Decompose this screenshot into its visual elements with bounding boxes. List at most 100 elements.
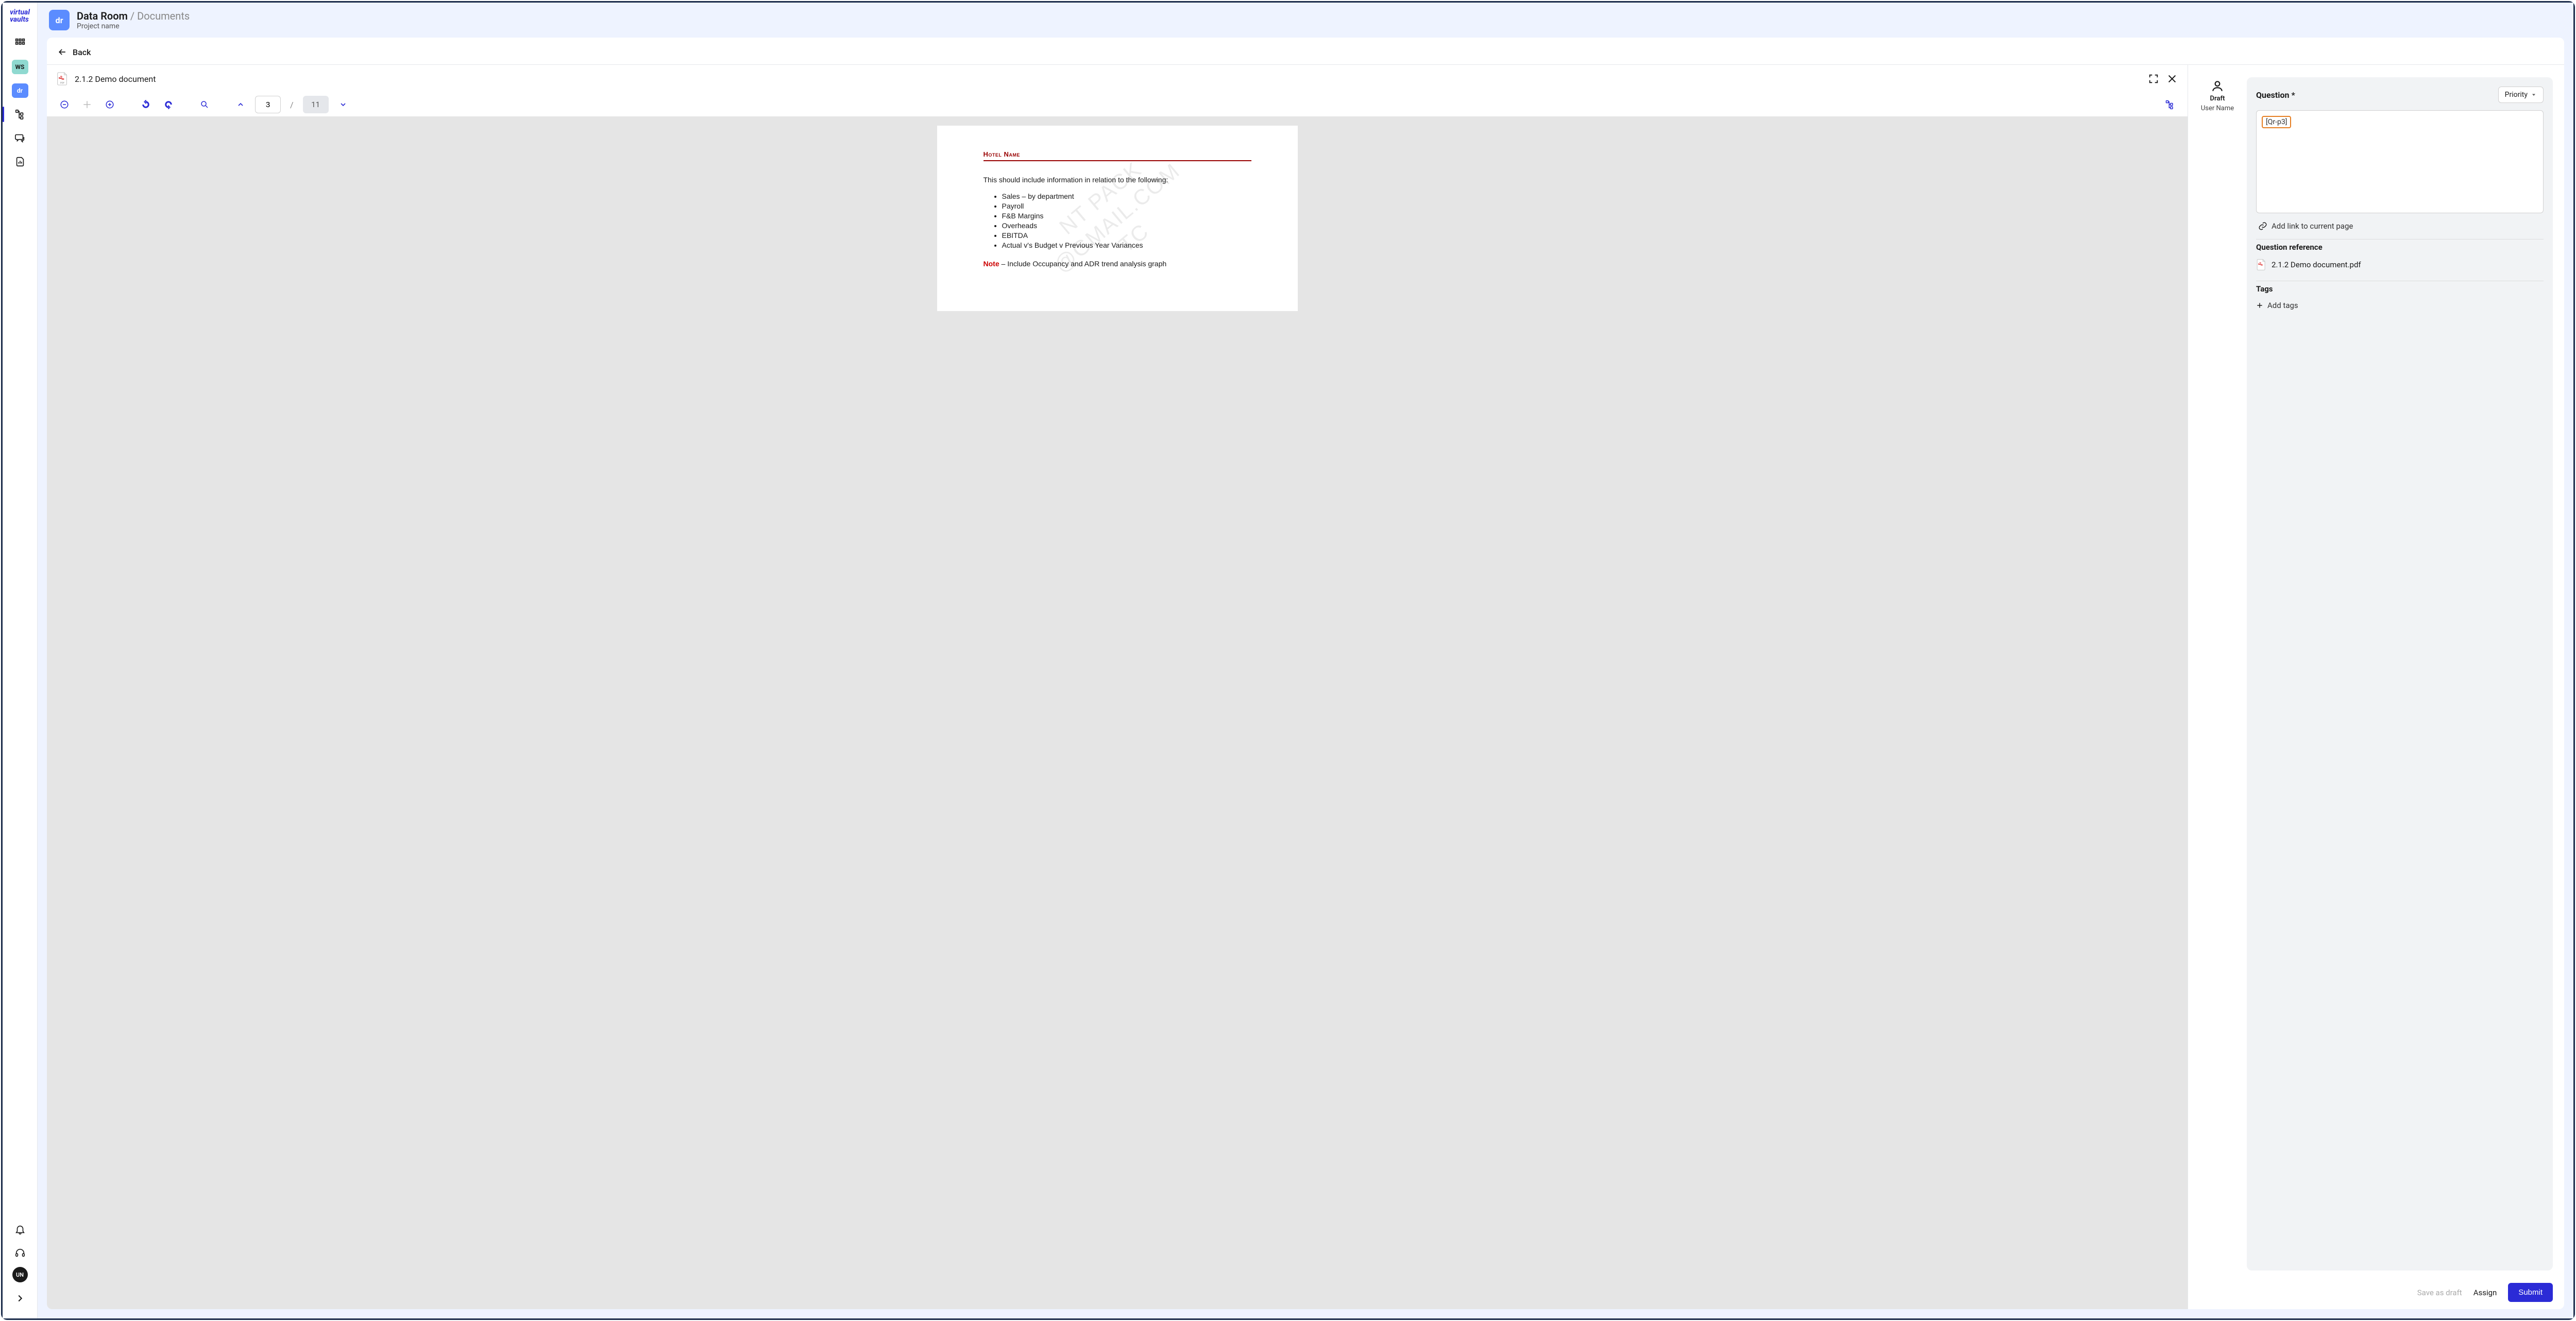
page-header: dr Data Room / Documents Project name (38, 3, 2573, 38)
document-title: 2.1.2 Demo document (75, 74, 2141, 84)
header-badge: dr (49, 10, 70, 30)
close-icon (2166, 73, 2178, 84)
plus-icon (2256, 302, 2263, 309)
link-icon (2258, 221, 2267, 231)
reference-section-label: Question reference (2256, 239, 2544, 252)
page-total: 11 (303, 96, 329, 113)
viewer-toolbar: / 11 (47, 93, 2188, 116)
tree-icon (2165, 99, 2175, 110)
priority-dropdown[interactable]: Priority (2498, 87, 2544, 103)
add-link-label: Add link to current page (2272, 221, 2353, 231)
chevron-up-icon (236, 100, 245, 109)
bullet-item: Payroll (1002, 202, 1251, 210)
sidebar-item-workspace[interactable]: WS (9, 57, 31, 77)
chat-icon (14, 132, 26, 144)
pdf-icon (2256, 259, 2266, 270)
rotate-left-icon (141, 100, 150, 109)
rotate-right-button[interactable] (160, 96, 177, 113)
breadcrumb-root: Data Room (77, 10, 128, 22)
question-editor[interactable]: [Qr-p3] (2256, 110, 2544, 213)
author-block: Draft User Name (2199, 77, 2235, 1271)
page-rule (984, 160, 1251, 161)
question-pane: Draft User Name Question * Priority (2188, 65, 2564, 1309)
search-icon (200, 100, 209, 109)
add-tags-button[interactable]: Add tags (2256, 301, 2544, 310)
add-tags-label: Add tags (2267, 301, 2298, 310)
save-draft-button[interactable]: Save as draft (2417, 1288, 2462, 1297)
breadcrumb-sep: / (128, 10, 137, 22)
fullscreen-button[interactable] (2147, 73, 2160, 85)
chevron-down-icon (339, 100, 347, 109)
sidebar: virtual vaults WS dr UN (3, 3, 38, 1318)
page-heading: Hotel Name (984, 150, 1251, 158)
bullet-item: Actual v's Budget v Previous Year Varian… (1002, 241, 1251, 249)
fit-icon (82, 100, 92, 109)
zoom-in-button[interactable] (101, 96, 118, 113)
page-bullets: Sales – by department Payroll F&B Margin… (1002, 192, 1251, 249)
submit-button[interactable]: Submit (2508, 1283, 2553, 1302)
sidebar-item-documents[interactable] (9, 105, 31, 124)
document-page: NT PACK @GMAIL.COM TC Hotel Name This sh… (937, 126, 1298, 311)
zoom-out-icon (60, 100, 69, 109)
author-name: User Name (2201, 105, 2234, 112)
chevron-right-icon (14, 1293, 26, 1304)
bullet-item: Sales – by department (1002, 192, 1251, 200)
logo: virtual vaults (10, 9, 30, 23)
svg-text:PDF: PDF (60, 81, 65, 84)
user-icon (2211, 79, 2224, 93)
project-name: Project name (77, 22, 190, 30)
sidebar-expand[interactable] (9, 1289, 31, 1308)
question-reference-chip[interactable]: [Qr-p3] (2262, 116, 2291, 128)
question-label: Question * (2256, 90, 2295, 100)
sidebar-item-dataroom[interactable]: dr (9, 81, 31, 100)
add-link-button[interactable]: Add link to current page (2256, 220, 2544, 232)
question-footer: Save as draft Assign Submit (2188, 1276, 2564, 1309)
back-label: Back (73, 47, 91, 57)
page-intro: This should include information in relat… (984, 176, 1251, 184)
sidebar-item-notifications[interactable] (9, 1220, 31, 1239)
user-avatar[interactable]: UN (12, 1267, 28, 1282)
question-panel: Question * Priority [Qr-p3] (2247, 77, 2553, 1271)
zoom-in-icon (105, 100, 114, 109)
outline-button[interactable] (2162, 96, 2178, 113)
prev-page-button[interactable] (232, 96, 249, 113)
grid-icon (14, 38, 26, 49)
page-separator: / (287, 100, 297, 110)
headset-icon (14, 1247, 26, 1259)
dataroom-badge: dr (12, 83, 28, 98)
breadcrumb: Data Room / Documents (77, 10, 190, 22)
reference-file-row[interactable]: 2.1.2 Demo document.pdf (2256, 259, 2544, 273)
reference-file-name: 2.1.2 Demo document.pdf (2272, 260, 2361, 269)
back-button[interactable]: Back (47, 38, 2564, 65)
breadcrumb-leaf: Documents (137, 10, 190, 22)
page-note: Note – Include Occupancy and ADR trend a… (984, 260, 1251, 268)
document-pane: PDF 2.1.2 Demo document (47, 65, 2188, 1309)
sidebar-item-support[interactable] (9, 1243, 31, 1263)
assign-button[interactable]: Assign (2473, 1288, 2497, 1297)
rotate-right-icon (164, 100, 173, 109)
sidebar-item-apps[interactable] (9, 33, 31, 53)
priority-label: Priority (2505, 91, 2528, 99)
sidebar-item-reports[interactable] (9, 152, 31, 171)
draft-status: Draft (2210, 95, 2225, 102)
pdf-icon: PDF (56, 72, 69, 85)
fit-button[interactable] (79, 96, 95, 113)
report-icon (14, 156, 26, 167)
bullet-item: Overheads (1002, 221, 1251, 230)
rotate-left-button[interactable] (138, 96, 154, 113)
tags-section-label: Tags (2256, 281, 2544, 294)
caret-down-icon (2531, 92, 2537, 98)
arrow-left-icon (57, 47, 67, 57)
sidebar-item-qa[interactable] (9, 128, 31, 148)
workspace-badge: WS (12, 60, 28, 74)
page-number-input[interactable] (255, 96, 281, 113)
fullscreen-icon (2148, 73, 2159, 84)
zoom-out-button[interactable] (56, 96, 73, 113)
document-viewport[interactable]: NT PACK @GMAIL.COM TC Hotel Name This sh… (47, 116, 2188, 1309)
bullet-item: EBITDA (1002, 231, 1251, 239)
bell-icon (14, 1224, 26, 1235)
next-page-button[interactable] (335, 96, 351, 113)
search-button[interactable] (196, 96, 213, 113)
close-document-button[interactable] (2166, 73, 2178, 85)
bullet-item: F&B Margins (1002, 212, 1251, 220)
